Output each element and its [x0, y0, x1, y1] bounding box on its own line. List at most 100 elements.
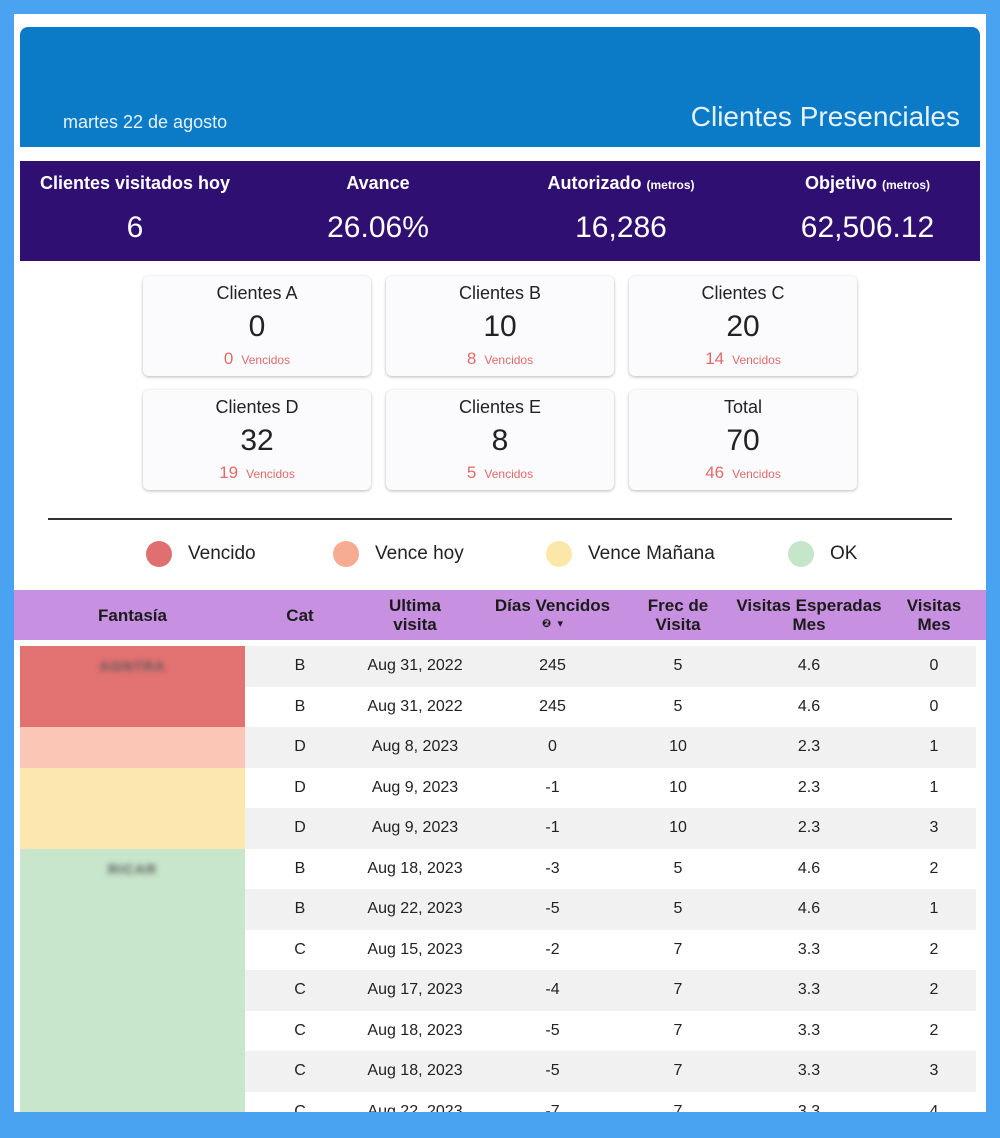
cell-fantasia [20, 889, 245, 930]
card-total: Total 70 46 Vencidos [629, 390, 857, 490]
cell-cat: D [294, 819, 306, 836]
card-clientes-e: Clientes E 8 5 Vencidos [386, 390, 614, 490]
cell-ultima: Aug 9, 2023 [371, 778, 459, 796]
cell-dias: 245 [539, 697, 566, 715]
legend-swatch [146, 541, 172, 567]
card-value: 20 [726, 310, 760, 343]
legend-ok: OK [788, 540, 857, 568]
card-title: Clientes C [701, 283, 785, 303]
cell-frec: 5 [673, 697, 683, 715]
cell-cat: D [294, 778, 306, 796]
cell-cat: C [294, 981, 306, 998]
fantasia-name: RICAR [107, 860, 158, 877]
cell-fantasia [20, 970, 245, 1011]
cell-fantasia [20, 727, 245, 768]
cell-esperadas: 4.6 [797, 900, 821, 917]
cell-fantasia [20, 808, 245, 849]
table-row[interactable]: B Aug 31, 2022 245 5 4.6 0 [20, 686, 976, 727]
cell-frec: 7 [673, 1062, 683, 1079]
cell-dias: 245 [539, 657, 566, 674]
cell-mes: 3 [929, 1062, 939, 1079]
cell-mes: 1 [929, 778, 939, 796]
table-row[interactable]: C Aug 18, 2023 -5 7 3.3 3 [20, 1051, 976, 1092]
card-value: 8 [491, 424, 509, 457]
cell-dias: -1 [545, 778, 560, 796]
card-vencidos-count: 19 [219, 463, 239, 482]
column-header-visitas-mes[interactable]: Visitas Mes [892, 590, 976, 640]
card-vencidos-label: Vencidos [246, 467, 295, 481]
card-vencidos-count: 46 [705, 463, 725, 482]
cell-fantasia [20, 1091, 245, 1112]
divider [48, 518, 952, 520]
column-header-frec-visita[interactable]: Frec de Visita [630, 590, 726, 640]
kpi-label: Objetivo [804, 173, 877, 193]
column-header-visitas-esperadas[interactable]: Visitas Esperadas Mes [726, 590, 892, 640]
card-vencidos-label: Vencidos [484, 353, 534, 367]
cell-cat: C [294, 1102, 306, 1113]
table-row[interactable]: C Aug 17, 2023 -4 7 3.3 2 [20, 970, 976, 1011]
card-vencidos-count: 8 [466, 349, 477, 368]
cell-frec: 7 [673, 1021, 683, 1039]
table-row[interactable]: C Aug 15, 2023 -2 7 3.3 2 [20, 929, 976, 970]
column-header-cat[interactable]: Cat [245, 590, 355, 640]
card-clientes-d: Clientes D 32 19 Vencidos [143, 390, 371, 490]
cell-mes: 1 [929, 738, 939, 755]
card-value: 32 [240, 424, 274, 457]
cell-esperadas: 2.3 [797, 738, 821, 755]
cell-fantasia [20, 929, 245, 970]
kpi-clientes-visitados: Clientes visitados hoy 6 [20, 161, 250, 261]
cell-esperadas: 3.3 [797, 1102, 821, 1113]
report-frame: martes 22 de agosto Clientes Presenciale… [14, 14, 986, 1112]
column-header-ultima-visita[interactable]: Ultima visita [355, 590, 475, 640]
kpi-value: 26.06% [327, 211, 429, 244]
kpi-band: Clientes visitados hoy 6 Avance 26.06% A… [20, 161, 980, 261]
cell-frec: 10 [669, 819, 687, 836]
cell-fantasia [20, 1010, 245, 1051]
card-title: Clientes A [216, 283, 298, 303]
cell-frec: 7 [673, 981, 683, 998]
card-title: Clientes E [458, 397, 542, 417]
sort-desc-icon[interactable]: ❷ ▾ [542, 615, 563, 634]
card-title: Clientes D [215, 397, 299, 417]
table-row[interactable]: D Aug 9, 2023 -1 10 2.3 3 [20, 808, 976, 849]
report-title: Clientes Presenciales [690, 101, 960, 132]
table-row[interactable]: D Aug 8, 2023 0 10 2.3 1 [20, 727, 976, 768]
cell-frec: 10 [669, 738, 687, 755]
card-title: Clientes B [458, 283, 542, 303]
legend-swatch [788, 541, 814, 567]
cell-cat: B [294, 697, 306, 715]
table-row[interactable]: B Aug 22, 2023 -5 5 4.6 1 [20, 889, 976, 930]
cell-mes: 4 [929, 1102, 939, 1113]
legend-vence-hoy: Vence hoy [333, 540, 464, 568]
legend-swatch [546, 541, 572, 567]
kpi-unit: (metros) [646, 178, 695, 192]
cell-mes: 1 [929, 900, 939, 917]
report-header: martes 22 de agosto Clientes Presenciale… [20, 27, 980, 147]
legend-swatch [333, 541, 359, 567]
column-header-fantasia[interactable]: Fantasía [20, 590, 245, 640]
table-row[interactable]: C Aug 22, 2023 -7 7 3.3 4 [20, 1091, 976, 1113]
cell-dias: -1 [545, 819, 560, 836]
table-row[interactable]: C Aug 18, 2023 -5 7 3.3 2 [20, 1010, 976, 1051]
cell-dias: -4 [545, 981, 560, 998]
column-header-dias-vencidos[interactable]: Días Vencidos ❷ ▾ [475, 590, 630, 640]
cell-mes: 2 [929, 1021, 939, 1039]
cell-mes: 2 [929, 940, 939, 958]
table-row[interactable]: D Aug 9, 2023 -1 10 2.3 1 [20, 767, 976, 808]
kpi-value: 16,286 [575, 211, 667, 244]
legend-vencido: Vencido [146, 540, 256, 568]
cell-ultima: Aug 22, 2023 [367, 900, 463, 917]
cell-frec: 7 [673, 1102, 683, 1113]
cell-frec: 7 [673, 940, 683, 958]
kpi-unit: (metros) [882, 178, 931, 192]
kpi-avance: Avance 26.06% [267, 161, 489, 261]
cell-mes: 3 [929, 819, 939, 836]
cell-frec: 5 [673, 859, 683, 877]
cell-ultima: Aug 31, 2022 [367, 697, 463, 715]
card-title: Total [723, 397, 763, 417]
cell-esperadas: 4.6 [797, 859, 821, 877]
fantasia-name: AGNTRA [99, 658, 166, 675]
table-row[interactable]: RICAR B Aug 18, 2023 -3 5 4.6 2 [20, 848, 976, 889]
card-vencidos-label: Vencidos [484, 467, 534, 481]
table-row[interactable]: AGNTRA B Aug 31, 2022 245 5 4.6 0 [20, 646, 976, 687]
